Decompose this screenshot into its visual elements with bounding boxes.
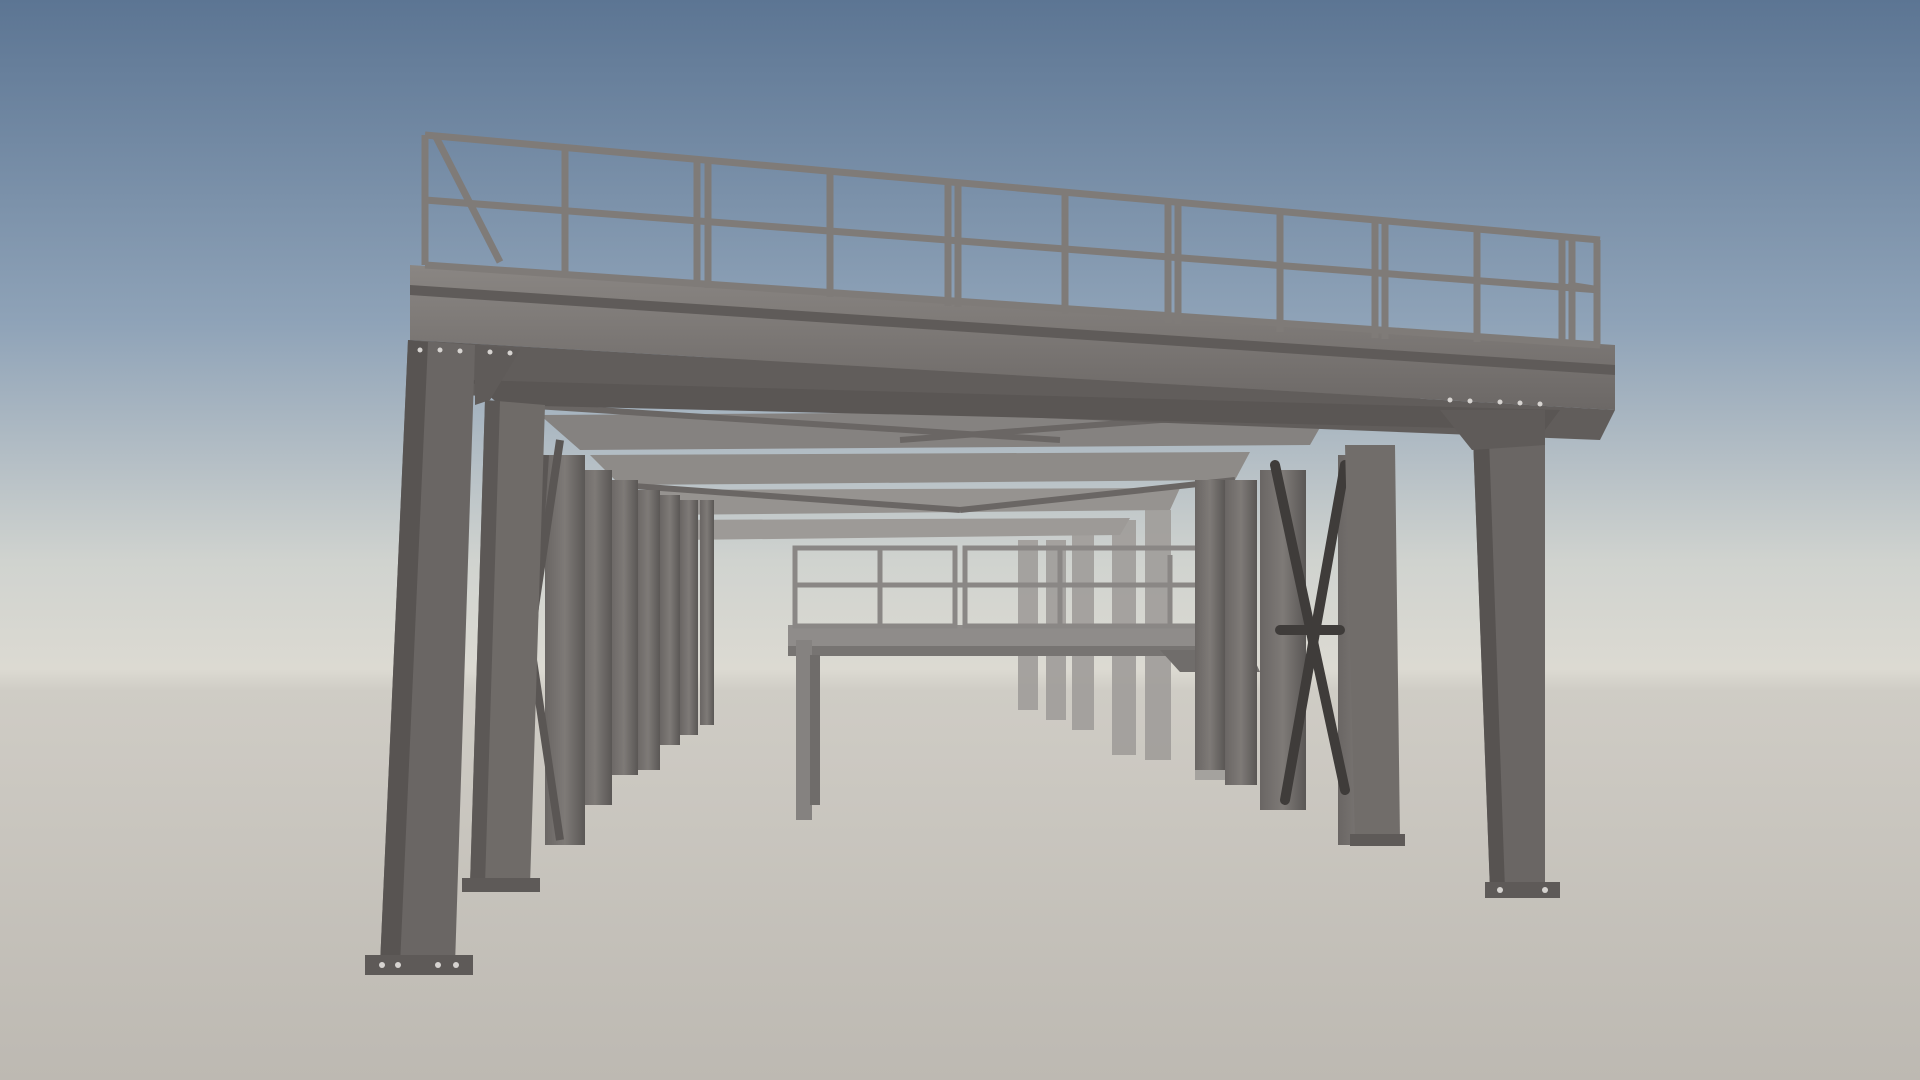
sky-background [0,0,1920,1080]
structure-scene [0,0,1920,1080]
